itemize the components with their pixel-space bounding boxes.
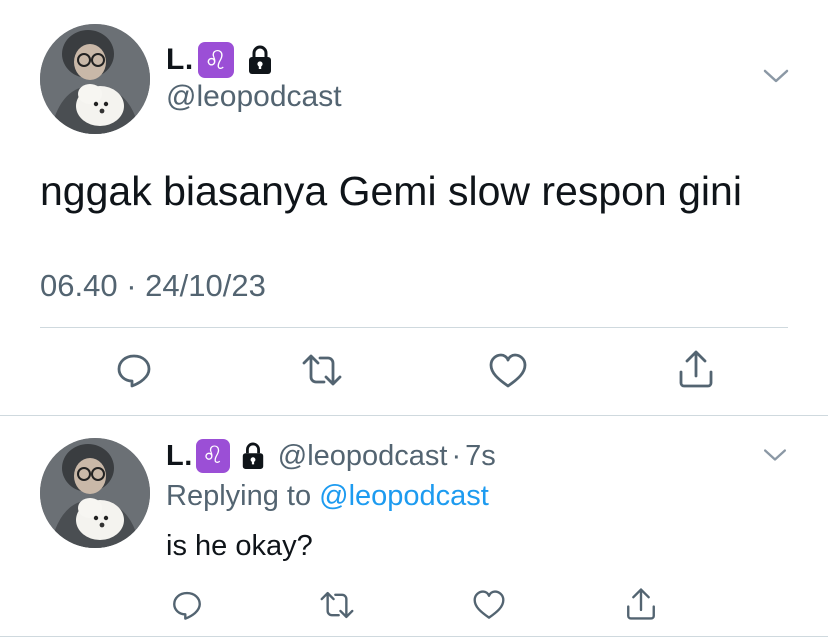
share-button[interactable] (676, 348, 716, 390)
display-name[interactable]: L. (166, 440, 193, 473)
reply-bubble-icon (117, 354, 151, 388)
divider (40, 327, 788, 328)
relative-time[interactable]: 7s (465, 440, 496, 473)
avatar-photo-icon (40, 438, 150, 548)
share-button[interactable] (624, 586, 658, 622)
heart-icon (473, 590, 505, 619)
retweet-icon (302, 354, 342, 386)
author-handle[interactable]: @leopodcast (278, 440, 448, 473)
main-tweet: L. ♌ @leopodcast nggak biasanya Gemi slo… (0, 0, 828, 416)
retweet-button[interactable] (318, 588, 356, 622)
tweet-thread-page: L. ♌ @leopodcast nggak biasanya Gemi slo… (0, 0, 828, 639)
reply-author-line[interactable]: L. ♌ @leopodcast · 7s (166, 436, 496, 476)
avatar[interactable] (40, 438, 150, 548)
tweet-timestamp[interactable]: 06.40 · 24/10/23 (40, 268, 266, 304)
replying-to-line: Replying to @leopodcast (166, 480, 489, 513)
tweet-date: 24/10/23 (145, 268, 266, 303)
meta-separator: · (451, 439, 462, 472)
retweet-icon (320, 591, 354, 619)
share-upload-icon (679, 350, 713, 388)
chevron-down-icon[interactable] (762, 66, 790, 86)
share-upload-icon (627, 588, 655, 620)
divider (0, 636, 828, 637)
divider (0, 415, 828, 416)
meta-separator: · (126, 268, 137, 303)
tweet-text: nggak biasanya Gemi slow respon gini (40, 168, 742, 214)
tweet-time: 06.40 (40, 268, 118, 303)
avatar[interactable] (40, 24, 150, 134)
reply-button[interactable] (114, 350, 154, 390)
author-handle[interactable]: @leopodcast (166, 80, 342, 114)
tweet-text: is he okay? (166, 530, 313, 562)
display-name[interactable]: L. (166, 43, 194, 77)
retweet-button[interactable] (300, 350, 344, 390)
leo-zodiac-badge: ♌ (197, 42, 234, 78)
leo-zodiac-badge: ♌ (195, 439, 230, 473)
reply-button[interactable] (170, 588, 204, 622)
chevron-down-icon[interactable] (762, 446, 788, 464)
reply-bubble-icon (173, 591, 201, 620)
like-button[interactable] (472, 589, 506, 621)
mention-link[interactable]: @leopodcast (319, 480, 489, 512)
like-button[interactable] (488, 352, 528, 390)
avatar-photo-icon (40, 24, 150, 134)
heart-icon (489, 353, 527, 388)
lock-icon (240, 442, 266, 470)
replying-to-label: Replying to (166, 480, 312, 512)
author-name-line[interactable]: L. ♌ (166, 38, 274, 82)
lock-icon (246, 45, 274, 75)
